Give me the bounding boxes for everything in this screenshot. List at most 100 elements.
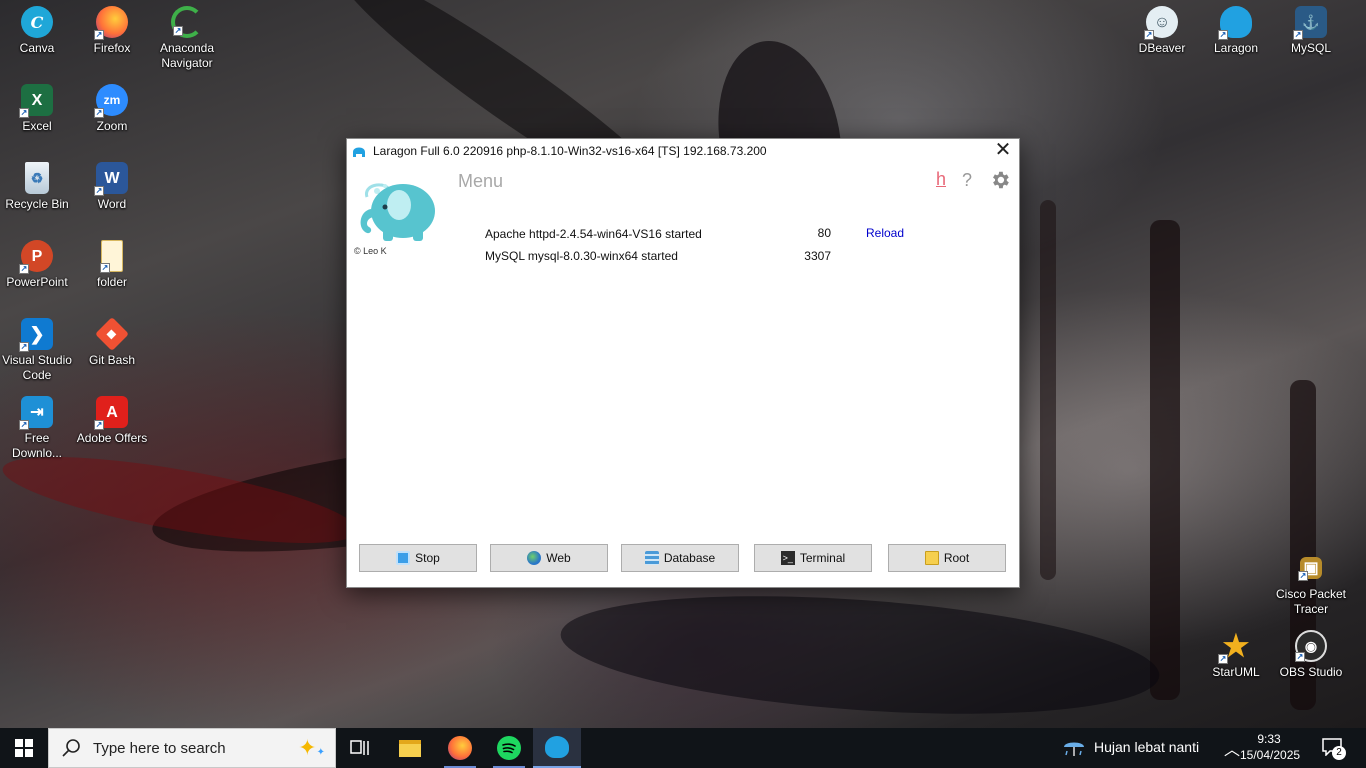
desktop-icon-label: StarUML bbox=[1212, 665, 1260, 679]
mysql-icon: ⚓ ↗ bbox=[1293, 6, 1327, 40]
desktop-icon-label: Firefox bbox=[93, 41, 131, 55]
spotify-icon bbox=[497, 736, 521, 760]
taskbar-file-explorer[interactable] bbox=[386, 728, 434, 768]
taskbar-laragon[interactable] bbox=[533, 728, 581, 768]
desktop-icon-label: Cisco Packet Tracer bbox=[1275, 587, 1347, 616]
notification-badge: 2 bbox=[1332, 746, 1346, 760]
web-label: Web bbox=[546, 551, 571, 565]
task-view-button[interactable] bbox=[336, 728, 384, 768]
desktop-icon-excel[interactable]: X ↗ Excel bbox=[0, 84, 75, 134]
desktop-icon-adobe-offers[interactable]: A ↗ Adobe Offers bbox=[74, 396, 150, 446]
excel-icon: X ↗ bbox=[19, 84, 53, 118]
desktop-icon-label: Free Downlo... bbox=[11, 431, 63, 460]
terminal-label: Terminal bbox=[799, 551, 846, 565]
desktop-icon-label: Word bbox=[97, 197, 127, 211]
desktop-icon-word[interactable]: W ↗ Word bbox=[74, 162, 150, 212]
start-button[interactable] bbox=[0, 728, 48, 768]
close-button[interactable]: ✕ bbox=[991, 139, 1015, 163]
terminal-icon: >_ bbox=[780, 551, 795, 565]
desktop-icon-recycle-bin[interactable]: ♻ Recycle Bin bbox=[0, 162, 75, 212]
reload-link[interactable]: Reload bbox=[866, 226, 904, 240]
obs-icon: ◉ ↗ bbox=[1295, 630, 1327, 662]
desktop-icon-obs[interactable]: ◉ ↗ OBS Studio bbox=[1273, 630, 1349, 680]
desktop-icon-staruml[interactable]: ★ ↗ StarUML bbox=[1198, 630, 1274, 680]
powerpoint-icon: P ↗ bbox=[19, 240, 53, 274]
desktop-icon-firefox[interactable]: ↗ Firefox bbox=[74, 6, 150, 56]
desktop-icon-label: folder bbox=[96, 275, 128, 289]
weather-text[interactable]: Hujan lebat nanti bbox=[1094, 739, 1199, 755]
desktop-icon-label: PowerPoint bbox=[6, 275, 68, 289]
taskbar-search-box[interactable]: Type here to search ✦✦ bbox=[48, 728, 336, 768]
file-explorer-icon bbox=[399, 739, 421, 757]
desktop-icon-mysql[interactable]: ⚓ ↗ MySQL bbox=[1273, 6, 1349, 56]
taskbar-clock[interactable]: 9:33 15/04/2025 bbox=[1240, 731, 1301, 763]
copyright-text: © Leo K bbox=[354, 246, 387, 256]
stop-icon bbox=[396, 551, 411, 565]
help-icon[interactable]: ? bbox=[962, 170, 972, 191]
desktop-icon-anaconda[interactable]: ↗ Anaconda Navigator bbox=[149, 6, 225, 71]
search-icon bbox=[62, 739, 80, 757]
database-icon bbox=[644, 551, 659, 565]
desktop-icon-label: Laragon bbox=[1213, 41, 1259, 55]
service-apache-status: Apache httpd-2.4.54-win64-VS16 started bbox=[485, 227, 702, 241]
task-view-icon bbox=[350, 740, 369, 755]
desktop-icon-folder[interactable]: ↗ folder bbox=[74, 240, 150, 290]
free-download-icon: ⇥ ↗ bbox=[19, 396, 53, 430]
clock-date: 15/04/2025 bbox=[1240, 748, 1301, 762]
taskbar-spotify[interactable] bbox=[485, 728, 533, 768]
window-title: Laragon Full 6.0 220916 php-8.1.10-Win32… bbox=[373, 144, 767, 158]
menu-button[interactable]: Menu bbox=[458, 171, 503, 192]
web-button[interactable]: Web bbox=[490, 544, 608, 572]
laragon-icon bbox=[353, 147, 365, 157]
word-icon: W ↗ bbox=[94, 162, 128, 196]
firefox-icon bbox=[448, 736, 472, 760]
chevron-up-icon[interactable]: ︿ bbox=[1224, 736, 1240, 760]
canva-icon: C bbox=[21, 6, 53, 38]
desktop-icon-label: OBS Studio bbox=[1279, 665, 1343, 679]
laragon-elephant-logo bbox=[360, 183, 435, 241]
desktop-icon-label: Excel bbox=[22, 119, 52, 133]
anaconda-icon: ↗ bbox=[171, 6, 203, 38]
sparkle-icon: ✦✦ bbox=[298, 735, 325, 760]
notification-center-button[interactable]: 2 bbox=[1322, 738, 1346, 760]
desktop-icon-free-download[interactable]: ⇥ ↗ Free Downlo... bbox=[0, 396, 75, 461]
recycle-bin-icon: ♻ bbox=[25, 162, 49, 194]
desktop-icon-laragon[interactable]: ↗ Laragon bbox=[1198, 6, 1274, 56]
clock-time: 9:33 bbox=[1257, 732, 1281, 746]
gear-icon[interactable] bbox=[989, 169, 1011, 191]
desktop-icon-cisco-packet-tracer[interactable]: ▣ ↗ Cisco Packet Tracer bbox=[1273, 552, 1349, 617]
desktop-icon-vscode[interactable]: ❯ ↗ Visual Studio Code bbox=[0, 318, 75, 383]
desktop-icon-label: Git Bash bbox=[88, 353, 136, 367]
stop-label: Stop bbox=[415, 551, 440, 565]
laragon-window[interactable]: Laragon Full 6.0 220916 php-8.1.10-Win32… bbox=[346, 138, 1020, 588]
desktop-icon-powerpoint[interactable]: P ↗ PowerPoint bbox=[0, 240, 75, 290]
service-mysql-status: MySQL mysql-8.0.30-winx64 started bbox=[485, 249, 678, 263]
firefox-icon: ↗ bbox=[94, 6, 128, 40]
folder-icon: ↗ bbox=[100, 240, 123, 273]
desktop-icon-label: Anaconda Navigator bbox=[159, 41, 215, 70]
desktop-icon-git-bash[interactable]: ◆ Git Bash bbox=[74, 317, 150, 368]
desktop-icon-dbeaver[interactable]: ☺ ↗ DBeaver bbox=[1124, 6, 1200, 56]
taskbar: Type here to search ✦✦ Hujan lebat nanti… bbox=[0, 728, 1366, 768]
folder-icon bbox=[924, 551, 939, 565]
stop-button[interactable]: Stop bbox=[359, 544, 477, 572]
h-icon[interactable]: h bbox=[936, 169, 946, 190]
adobe-icon: A ↗ bbox=[94, 396, 128, 430]
terminal-button[interactable]: >_ Terminal bbox=[754, 544, 872, 572]
desktop-icon-zoom[interactable]: zm ↗ Zoom bbox=[74, 84, 150, 134]
desktop-icon-canva[interactable]: C Canva bbox=[0, 6, 75, 56]
staruml-icon: ★ ↗ bbox=[1218, 629, 1250, 664]
desktop-icon-label: MySQL bbox=[1290, 41, 1331, 55]
root-button[interactable]: Root bbox=[888, 544, 1006, 572]
desktop-icon-label: DBeaver bbox=[1138, 41, 1186, 55]
desktop-icon-label: Adobe Offers bbox=[76, 431, 148, 445]
window-titlebar[interactable]: Laragon Full 6.0 220916 php-8.1.10-Win32… bbox=[347, 139, 1019, 163]
desktop-icon-label: Canva bbox=[19, 41, 55, 55]
taskbar-firefox[interactable] bbox=[436, 728, 484, 768]
zoom-icon: zm ↗ bbox=[94, 84, 128, 118]
dbeaver-icon: ☺ ↗ bbox=[1144, 6, 1178, 40]
service-apache-port: 80 bbox=[817, 226, 831, 240]
laragon-icon: ↗ bbox=[1218, 6, 1252, 40]
database-button[interactable]: Database bbox=[621, 544, 739, 572]
search-placeholder: Type here to search bbox=[93, 739, 226, 757]
